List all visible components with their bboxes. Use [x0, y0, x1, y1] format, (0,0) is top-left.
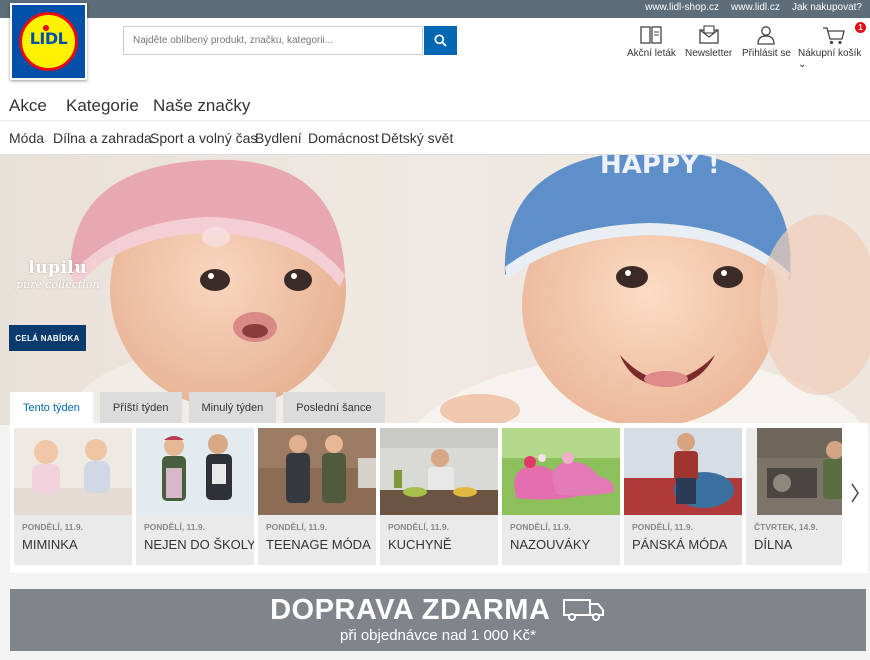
header-login[interactable]: Přihlásit se [742, 25, 791, 59]
offer-date: PONDĚLÍ, 11.9. [22, 522, 83, 532]
header-leaflet[interactable]: Akční leták [627, 25, 676, 59]
link-lidl-shop[interactable]: www.lidl-shop.cz [645, 2, 719, 13]
user-icon [757, 26, 776, 45]
offer-label: KUCHYNĚ [388, 537, 452, 552]
link-lidl-cz[interactable]: www.lidl.cz [731, 2, 780, 13]
link-how-to-shop[interactable]: Jak nakupovat? [792, 2, 862, 13]
category-navigation: Móda Dílna a zahrada Sport a volný čas B… [0, 121, 870, 155]
lidl-logo[interactable]: LIDL [10, 3, 87, 80]
header-login-label: Přihlásit se [742, 48, 791, 59]
hero-photo: HAPPY ! [0, 155, 870, 425]
offer-card[interactable]: PONDĚLÍ, 11.9. NAZOUVÁKY [502, 428, 620, 565]
offer-label: TEENAGE MÓDA [266, 537, 371, 552]
offer-image-teen [258, 428, 376, 515]
site-header: Akční leták Newsletter Přihlásit se 1 Ná… [0, 18, 870, 88]
offer-card[interactable]: PONDĚLÍ, 11.9. TEENAGE MÓDA [258, 428, 376, 565]
leaflet-icon [640, 26, 663, 44]
week-tabs: Tento týden Příští týden Minulý týden Po… [10, 392, 385, 423]
full-offer-button[interactable]: CELÁ NABÍDKA [9, 325, 86, 351]
newsletter-icon [698, 25, 719, 44]
offer-image-babies [14, 428, 132, 515]
main-navigation: Akce Kategorie Naše značky [0, 88, 870, 121]
search-input[interactable] [124, 27, 422, 54]
brand-tagline: pure collection [16, 278, 100, 291]
offer-image-school [136, 428, 254, 515]
logo-wordmark: LIDL [29, 29, 68, 48]
offer-card[interactable]: PONDĚLÍ, 11.9. MIMINKA [14, 428, 132, 565]
offer-card[interactable]: PONDĚLÍ, 11.9. KUCHYNĚ [380, 428, 498, 565]
subnav-moda[interactable]: Móda [9, 130, 44, 146]
tab-next-week[interactable]: Příští týden [99, 392, 182, 423]
offer-card[interactable]: PONDĚLÍ, 11.9. PÁNSKÁ MÓDA [624, 428, 742, 565]
chevron-right-icon [851, 483, 859, 503]
banner-title-row: DOPRAVA ZDARMA [10, 594, 866, 627]
search-button[interactable] [424, 26, 457, 55]
offers-carousel: PONDĚLÍ, 11.9. MIMINKA PONDĚLÍ, 11.9. NE… [10, 423, 868, 573]
delivery-truck-icon [562, 599, 604, 621]
offer-date: ČTVRTEK, 14.9. [754, 522, 818, 532]
offer-card[interactable]: PONDĚLÍ, 11.9. NEJEN DO ŠKOLY [136, 428, 254, 565]
offer-image-workshop [757, 428, 842, 515]
nav-nase-znacky[interactable]: Naše značky [153, 96, 250, 116]
free-shipping-banner[interactable]: DOPRAVA ZDARMA při objednávce nad 1 000 … [10, 589, 866, 651]
header-newsletter-label: Newsletter [685, 48, 733, 59]
banner-subtitle: při objednávce nad 1 000 Kč* [340, 627, 536, 644]
subnav-domacnost[interactable]: Domácnost [308, 130, 379, 146]
utility-links: www.lidl-shop.cz www.lidl.cz Jak nakupov… [645, 2, 862, 13]
banner-title: DOPRAVA ZDARMA [270, 594, 550, 626]
carousel-next-button[interactable] [848, 478, 862, 508]
cart-icon [823, 27, 845, 45]
tab-this-week[interactable]: Tento týden [10, 392, 93, 423]
offer-image-menswear [624, 428, 742, 515]
offer-label: DÍLNA [754, 537, 793, 552]
offer-date: PONDĚLÍ, 11.9. [266, 522, 327, 532]
offer-label: PÁNSKÁ MÓDA [632, 537, 728, 552]
offer-image-kitchen [380, 428, 498, 515]
offer-label: NAZOUVÁKY [510, 537, 591, 552]
hero-banner[interactable]: HAPPY ! [0, 155, 870, 425]
subnav-sport[interactable]: Sport a volný čas [150, 130, 257, 146]
search-box [123, 26, 423, 55]
offer-image-clogs [502, 428, 620, 515]
svg-text:HAPPY !: HAPPY ! [600, 155, 720, 180]
header-cart[interactable]: 1 Nákupní košík ⌄ [798, 22, 870, 70]
subnav-bydleni[interactable]: Bydlení [255, 130, 302, 146]
nav-kategorie[interactable]: Kategorie [66, 96, 139, 116]
top-utility-bar: www.lidl-shop.cz www.lidl.cz Jak nakupov… [0, 0, 870, 18]
tab-last-week[interactable]: Minulý týden [188, 392, 277, 423]
cart-count-badge: 1 [855, 22, 866, 33]
offer-date: PONDĚLÍ, 11.9. [144, 522, 205, 532]
header-newsletter[interactable]: Newsletter [685, 25, 732, 59]
offer-date: PONDĚLÍ, 11.9. [388, 522, 449, 532]
offer-date: PONDĚLÍ, 11.9. [510, 522, 571, 532]
offer-label: MIMINKA [22, 537, 78, 552]
offer-label: NEJEN DO ŠKOLY [144, 537, 254, 552]
tab-last-chance[interactable]: Poslední šance [283, 392, 385, 423]
offer-date: PONDĚLÍ, 11.9. [632, 522, 693, 532]
brand-lupilu: lupilu pure collection [16, 258, 100, 291]
brand-name: lupilu [28, 258, 88, 278]
header-leaflet-label: Akční leták [627, 48, 676, 59]
search-icon [434, 34, 447, 47]
header-cart-label: Nákupní košík ⌄ [798, 48, 862, 70]
offer-card[interactable]: ČTVRTEK, 14.9. DÍLNA [746, 428, 842, 565]
subnav-dilna-zahrada[interactable]: Dílna a zahrada [53, 130, 152, 146]
nav-akce[interactable]: Akce [9, 96, 47, 116]
subnav-detsky-svet[interactable]: Dětský svět [381, 130, 453, 146]
logo-dot [43, 25, 49, 31]
